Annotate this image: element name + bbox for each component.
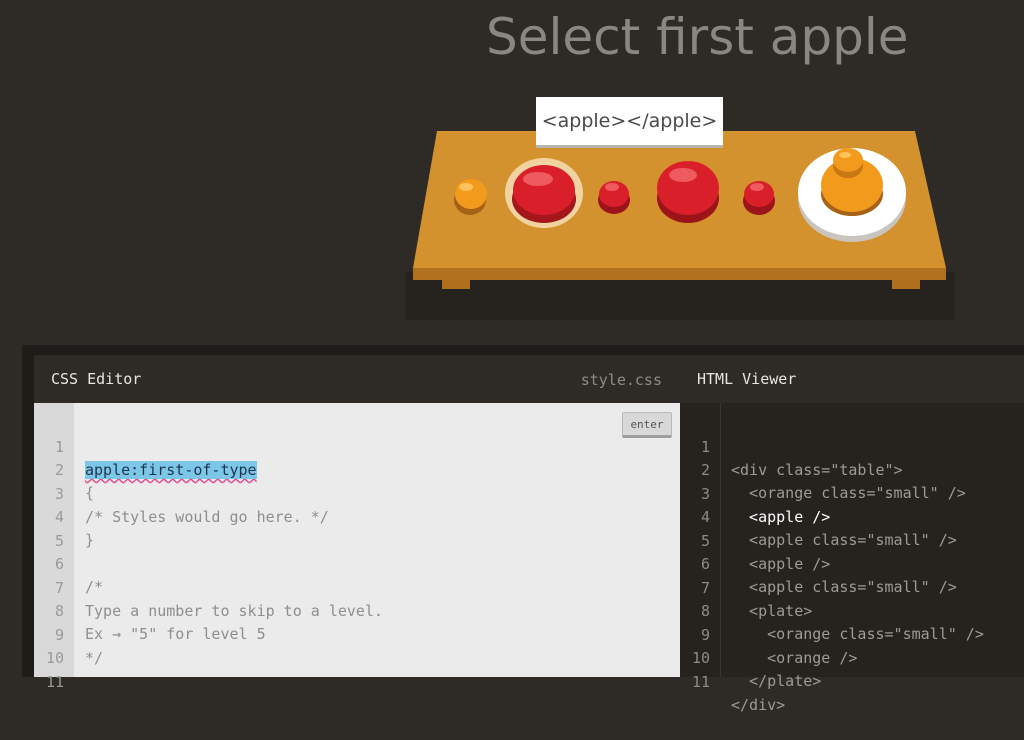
- html-line[interactable]: 10 </plate>: [680, 624, 1024, 690]
- enter-button[interactable]: enter: [622, 412, 672, 438]
- html-line[interactable]: 4 <apple class="small" />: [680, 483, 1024, 549]
- css-line: 5: [34, 507, 680, 550]
- table-front-edge: [413, 268, 946, 280]
- small-orange-on-plate: [833, 148, 863, 178]
- css-editor-title: CSS Editor: [51, 370, 142, 388]
- css-line: 4 }: [34, 483, 680, 549]
- css-line: 7 Type a number to skip to a level.: [34, 554, 680, 620]
- small-apple-2: [743, 181, 775, 215]
- html-line[interactable]: 11 </div>: [680, 648, 1024, 714]
- html-viewer-title: HTML Viewer: [697, 370, 797, 388]
- html-line[interactable]: 5 <apple />: [680, 507, 1024, 573]
- small-apple-1: [598, 181, 630, 214]
- html-viewer-header: HTML Viewer: [680, 355, 1024, 403]
- html-line[interactable]: 1 <div class="table">: [680, 413, 1024, 479]
- code-text: </div>: [731, 696, 786, 714]
- css-editor-pane: CSS Editor style.css 1 apple:first-of-ty…: [34, 355, 680, 691]
- apple-2: [657, 161, 719, 223]
- html-line[interactable]: 2 <orange class="small" />: [680, 436, 1024, 502]
- html-viewer-pane: HTML Viewer 1 <div class="table"> 2 <ora…: [680, 355, 1024, 714]
- html-line-highlighted[interactable]: 3 <apple />: [680, 460, 1024, 526]
- css-line: 3 /* Styles would go here. */: [34, 460, 680, 526]
- css-line: 6 /*: [34, 530, 680, 596]
- html-line[interactable]: 6 <apple class="small" />: [680, 530, 1024, 596]
- css-line: 8 Ex → "5" for level 5: [34, 577, 680, 643]
- css-line: 10: [34, 624, 680, 667]
- html-line[interactable]: 9 <orange />: [680, 601, 1024, 667]
- css-line: 1 apple:first-of-type: [34, 413, 680, 479]
- small-orange: [454, 179, 487, 215]
- css-line: 9 */: [34, 601, 680, 667]
- code-text: </plate>: [731, 672, 822, 690]
- css-editor-body[interactable]: 1 apple:first-of-type 2 { 3 /* Styles wo…: [34, 403, 680, 691]
- element-tooltip: <apple></apple>: [536, 97, 723, 145]
- line-number: 11: [691, 673, 710, 691]
- html-viewer-body: 1 <div class="table"> 2 <orange class="s…: [680, 403, 1024, 714]
- line-number: 11: [45, 673, 64, 691]
- first-apple-highlighted: [505, 158, 583, 228]
- html-line[interactable]: 8 <orange class="small" />: [680, 577, 1024, 643]
- css-line: 11: [34, 648, 680, 691]
- css-filename: style.css: [580, 371, 662, 389]
- html-line[interactable]: 7 <plate>: [680, 554, 1024, 620]
- css-line: 2 {: [34, 436, 680, 502]
- css-editor-header: CSS Editor style.css: [34, 355, 680, 403]
